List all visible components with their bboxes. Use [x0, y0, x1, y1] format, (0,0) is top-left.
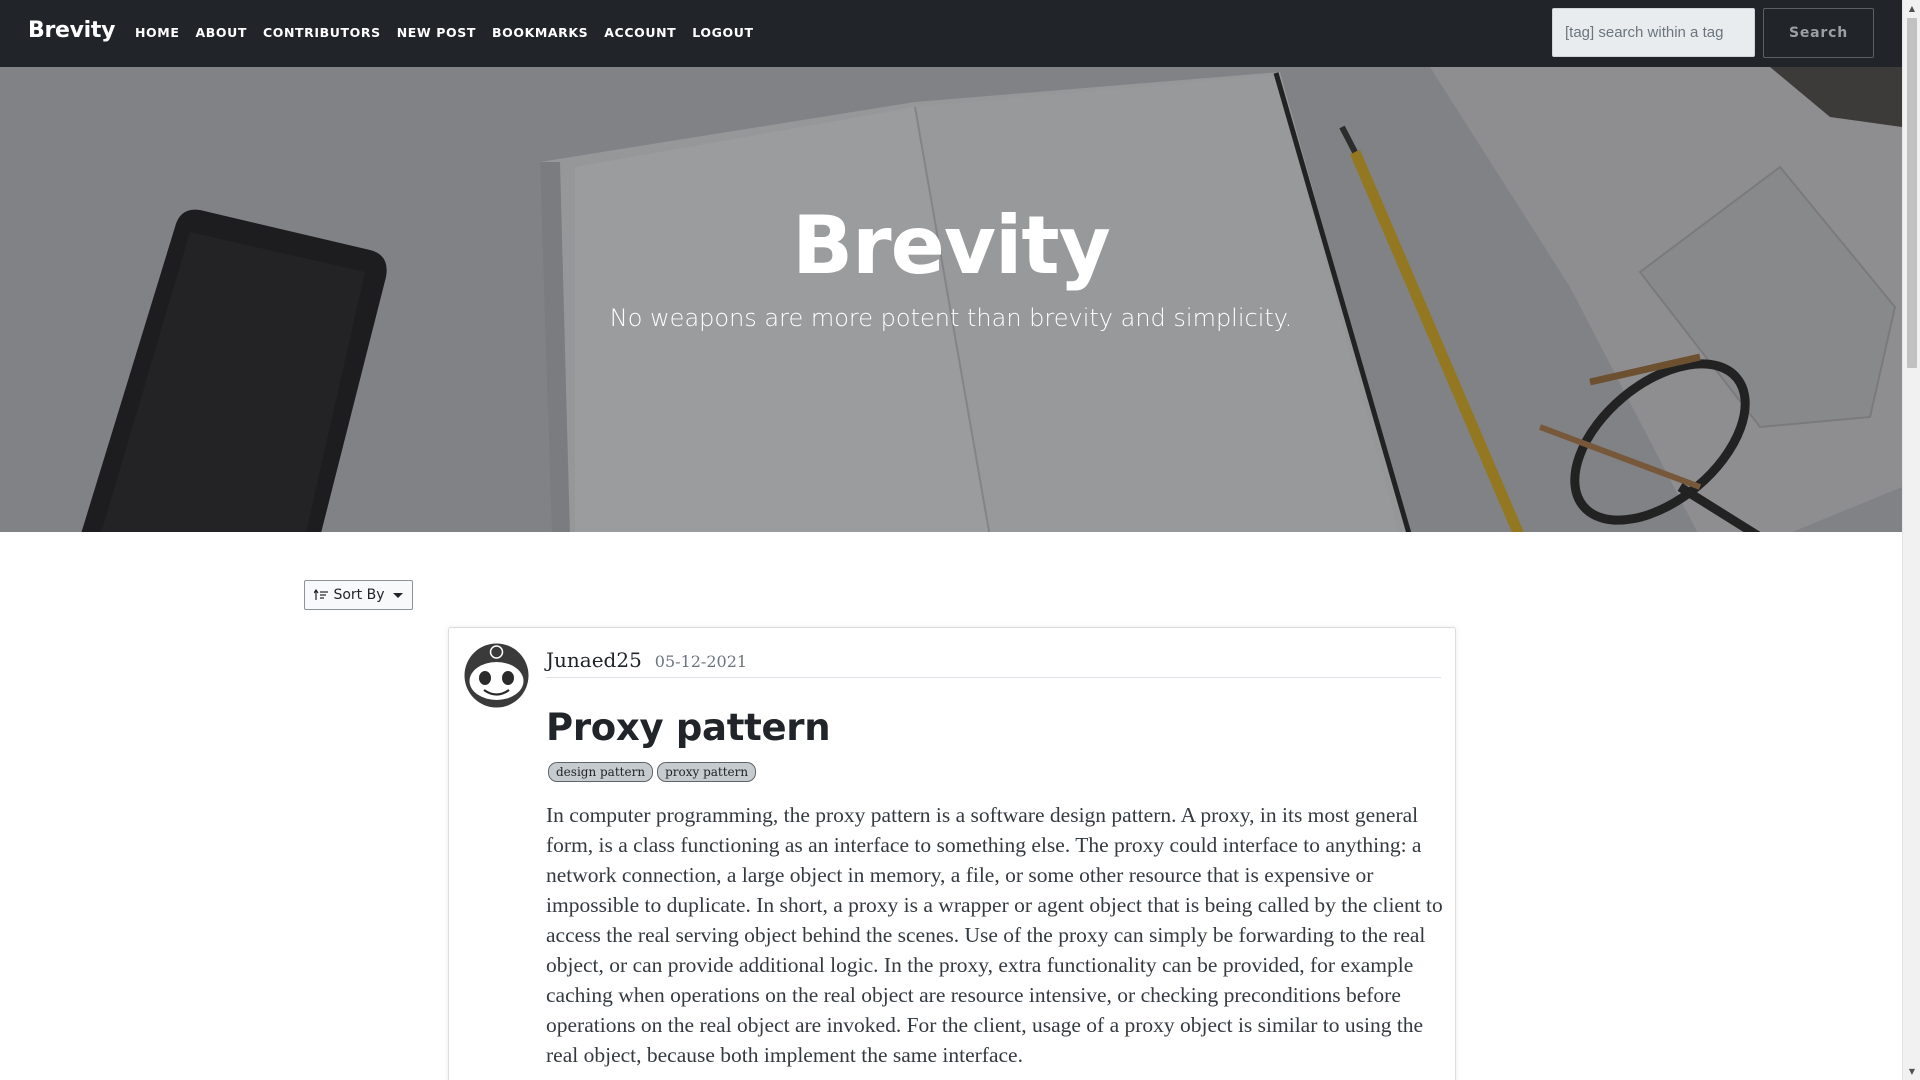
post-body: In computer programming, the proxy patte…: [546, 803, 1443, 1067]
post-title[interactable]: Proxy pattern: [546, 706, 831, 749]
hero-subtitle: No weapons are more potent than brevity …: [609, 304, 1293, 332]
search-button[interactable]: Search: [1763, 8, 1874, 58]
post-date: 05-12-2021: [654, 652, 748, 671]
tag-design-pattern[interactable]: design pattern: [548, 762, 654, 782]
scroll-down-arrow-icon[interactable]: ▼: [1903, 1063, 1920, 1080]
brand-logo[interactable]: Brevity: [28, 18, 115, 43]
nav-link-logout[interactable]: LOGOUT: [692, 25, 753, 40]
page-scrollbar[interactable]: ▲ ▼: [1902, 0, 1920, 1080]
hero-title: Brevity: [792, 199, 1111, 292]
post-tags: design pattern proxy pattern: [548, 762, 757, 782]
sort-by-dropdown[interactable]: Sort By: [304, 580, 413, 610]
sort-by-label: Sort By: [333, 587, 385, 603]
nav-link-bookmarks[interactable]: BOOKMARKS: [492, 25, 588, 40]
chevron-down-icon: [392, 592, 403, 598]
nav-link-contributors[interactable]: CONTRIBUTORS: [263, 25, 381, 40]
navbar: Brevity HOME ABOUT CONTRIBUTORS NEW POST…: [0, 0, 1902, 67]
scrollbar-thumb[interactable]: [1907, 18, 1917, 368]
nav-link-about[interactable]: ABOUT: [195, 25, 247, 40]
hero-banner: Brevity No weapons are more potent than …: [0, 67, 1902, 532]
tag-search-input[interactable]: [1552, 8, 1755, 57]
hero-overlay: [0, 67, 1902, 532]
sort-icon: [314, 589, 329, 600]
tag-proxy-pattern[interactable]: proxy pattern: [657, 762, 757, 782]
nav-link-home[interactable]: HOME: [135, 25, 179, 40]
avatar[interactable]: [464, 643, 529, 708]
nav-link-account[interactable]: ACCOUNT: [604, 25, 676, 40]
post-meta: Junaed25 05-12-2021: [546, 648, 1441, 678]
nav-links: HOME ABOUT CONTRIBUTORS NEW POST BOOKMAR…: [135, 25, 770, 40]
post-card: Junaed25 05-12-2021 Proxy pattern design…: [448, 627, 1456, 1080]
post-author[interactable]: Junaed25: [546, 648, 642, 672]
scroll-up-arrow-icon[interactable]: ▲: [1903, 0, 1920, 17]
nav-link-new-post[interactable]: NEW POST: [397, 25, 476, 40]
